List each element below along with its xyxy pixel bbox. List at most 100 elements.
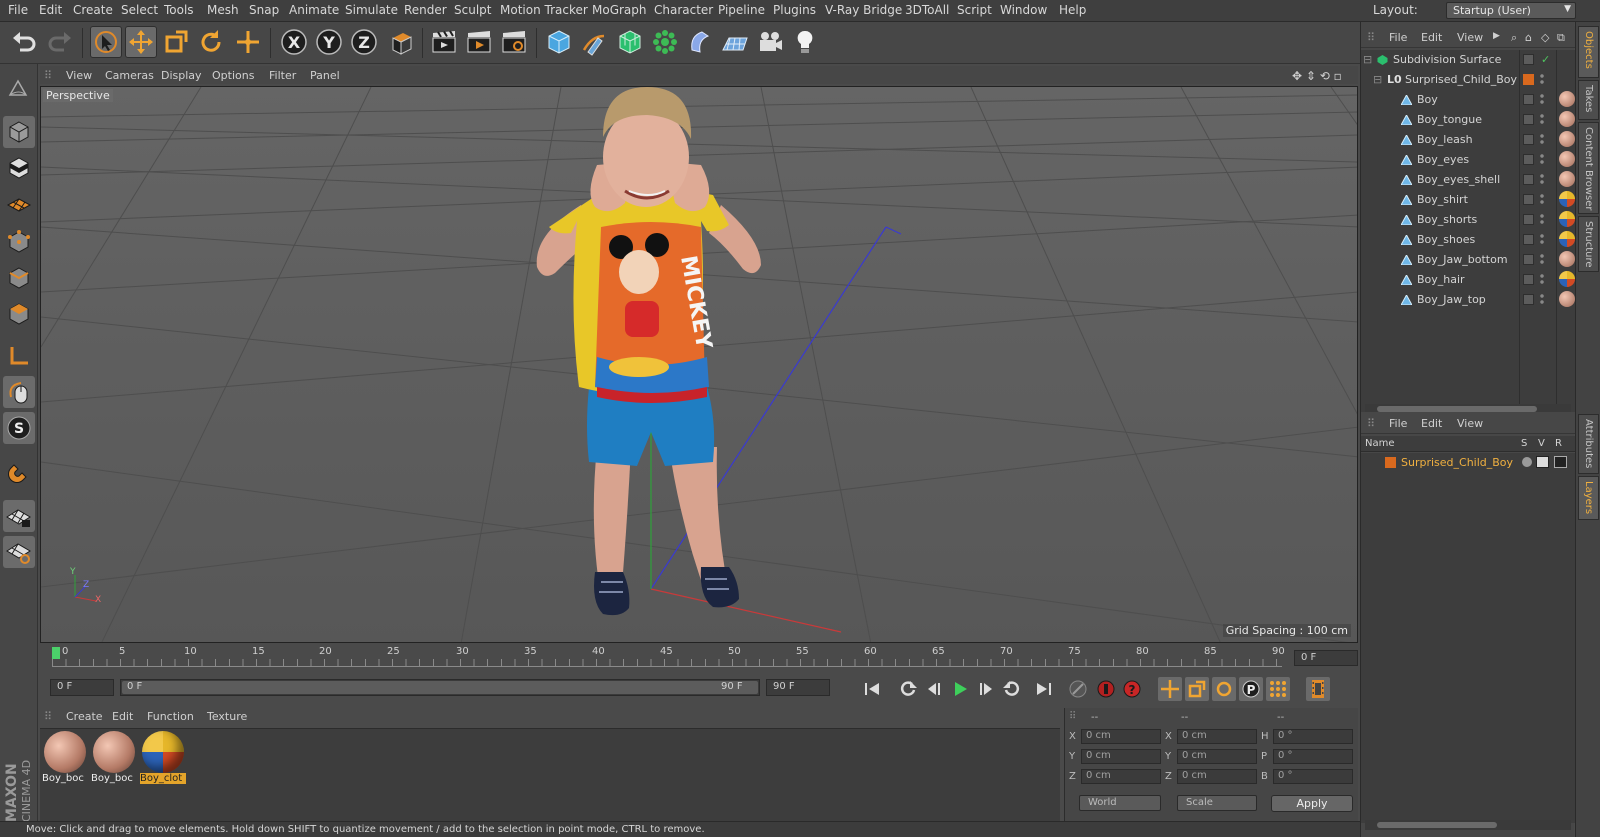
menu-vray-bridge[interactable]: V-Ray Bridge	[825, 3, 902, 17]
material-swatch-selected[interactable]: Boy_clot	[140, 731, 186, 789]
material-tag-icon[interactable]	[1559, 251, 1575, 267]
redo-button[interactable]	[44, 26, 76, 58]
playhead[interactable]	[52, 647, 60, 659]
new-window-icon[interactable]: ⧉	[1557, 31, 1565, 45]
enabled-check-icon[interactable]: ✓	[1541, 53, 1550, 66]
key-position-button[interactable]	[1158, 677, 1182, 701]
deformer-button[interactable]	[684, 26, 716, 58]
material-tag-icon[interactable]	[1559, 211, 1575, 227]
key-rotation-button[interactable]	[1212, 677, 1236, 701]
collapse-icon[interactable]: ⊟	[1363, 53, 1372, 66]
material-tag-icon[interactable]	[1559, 151, 1575, 167]
render-dots[interactable]	[1540, 133, 1544, 146]
autokeying-button[interactable]: ?	[1120, 677, 1144, 701]
camera-object-button[interactable]	[754, 26, 786, 58]
visibility-toggle[interactable]	[1523, 254, 1534, 265]
solo-dot-icon[interactable]	[1522, 457, 1532, 467]
key-pla-button[interactable]	[1266, 677, 1290, 701]
object-row[interactable]: Boy_leash	[1361, 130, 1575, 149]
object-row[interactable]: Boy_tongue	[1361, 110, 1575, 129]
rotate-tool-button[interactable]	[195, 26, 227, 58]
menu-help[interactable]: Help	[1059, 3, 1086, 17]
go-to-end-button[interactable]	[1032, 677, 1056, 701]
render-dots[interactable]	[1540, 233, 1544, 246]
render-dots[interactable]	[1540, 273, 1544, 286]
coordinate-space-select[interactable]: World	[1079, 795, 1161, 811]
material-menu-function[interactable]: Function	[147, 710, 194, 723]
snap-magnet-button[interactable]	[3, 456, 35, 488]
menu-character[interactable]: Character	[654, 3, 713, 17]
edges-mode-button[interactable]	[3, 262, 35, 294]
material-tag-icon[interactable]	[1559, 191, 1575, 207]
tab-takes[interactable]: Takes	[1578, 80, 1599, 120]
menu-pipeline[interactable]: Pipeline	[718, 3, 765, 17]
render-view-button[interactable]	[428, 26, 460, 58]
objects-menu-view[interactable]: View	[1457, 31, 1483, 44]
material-tag-icon[interactable]	[1559, 111, 1575, 127]
object-row[interactable]: Boy_Jaw_top	[1361, 290, 1575, 309]
start-frame-field[interactable]: 0 F	[50, 679, 114, 696]
chevron-right-icon[interactable]: ▶	[1493, 31, 1500, 41]
tab-attributes[interactable]: Attributes	[1578, 414, 1599, 474]
render-dots[interactable]	[1540, 173, 1544, 186]
layers-menu-edit[interactable]: Edit	[1421, 417, 1442, 430]
menu-motion-tracker[interactable]: Motion Tracker	[500, 3, 588, 17]
layer-icon[interactable]: ◇	[1541, 31, 1549, 44]
layer-color-swatch[interactable]	[1385, 457, 1396, 468]
menu-file[interactable]: File	[8, 3, 28, 17]
render-dots[interactable]	[1540, 153, 1544, 166]
objects-menu-file[interactable]: File	[1389, 31, 1407, 44]
workplane-mode-button[interactable]	[3, 188, 35, 220]
menu-3dtoall[interactable]: 3DToAll	[905, 3, 949, 17]
visibility-toggle[interactable]	[1523, 214, 1534, 225]
lock-workplane-button[interactable]	[3, 500, 35, 532]
size-y-field[interactable]: 0 cm	[1177, 749, 1257, 764]
render-dots[interactable]	[1540, 293, 1544, 306]
material-tag-icon[interactable]	[1559, 231, 1575, 247]
tweak-mode-button[interactable]	[3, 376, 35, 408]
menu-render[interactable]: Render	[404, 3, 447, 17]
previous-key-button[interactable]	[896, 677, 920, 701]
layout-select[interactable]: Startup (User) ▼	[1446, 2, 1576, 19]
go-to-start-button[interactable]	[860, 677, 884, 701]
position-y-field[interactable]: 0 cm	[1081, 749, 1161, 764]
viewport-menu-options[interactable]: Options	[212, 69, 254, 82]
eye-icon[interactable]	[1536, 456, 1549, 468]
current-frame-field[interactable]: 0 F	[1294, 650, 1358, 666]
menu-animate[interactable]: Animate	[289, 3, 339, 17]
menu-create[interactable]: Create	[73, 3, 113, 17]
visibility-toggle[interactable]	[1523, 154, 1534, 165]
object-row[interactable]: Boy_hair	[1361, 270, 1575, 289]
render-picture-viewer-button[interactable]	[463, 26, 495, 58]
object-row[interactable]: Boy_shorts	[1361, 210, 1575, 229]
material-menu-edit[interactable]: Edit	[112, 710, 133, 723]
motion-path-button[interactable]	[1066, 677, 1090, 701]
render-dots[interactable]	[1540, 213, 1544, 226]
size-mode-select[interactable]: Scale	[1177, 795, 1257, 811]
object-row[interactable]: Boy_Jaw_bottom	[1361, 250, 1575, 269]
visibility-toggle[interactable]	[1523, 134, 1534, 145]
scrollbar-thumb[interactable]	[1377, 822, 1497, 828]
material-tag-icon[interactable]	[1559, 91, 1575, 107]
object-row[interactable]: Boy_eyes_shell	[1361, 170, 1575, 189]
timeline-ruler[interactable]: 0 5 10 15 20 25 30 35 40 45 50 55 60 65 …	[40, 645, 1358, 669]
size-z-field[interactable]: 0 cm	[1177, 769, 1257, 784]
search-icon[interactable]: ⌕	[1511, 31, 1517, 45]
menu-tools[interactable]: Tools	[164, 3, 194, 17]
undo-button[interactable]	[8, 26, 40, 58]
axis-mode-button[interactable]	[3, 340, 35, 372]
viewport-menu-filter[interactable]: Filter	[269, 69, 296, 82]
viewport-menu-panel[interactable]: Panel	[310, 69, 340, 82]
texture-mode-button[interactable]	[3, 152, 35, 184]
visibility-toggle[interactable]	[1523, 274, 1534, 285]
material-tag-icon[interactable]	[1559, 291, 1575, 307]
menu-edit[interactable]: Edit	[39, 3, 62, 17]
render-dots[interactable]	[1540, 193, 1544, 206]
light-object-button[interactable]	[789, 26, 821, 58]
rotation-b-field[interactable]: 0 °	[1273, 769, 1353, 784]
layer-color-swatch[interactable]	[1523, 74, 1534, 85]
key-parameter-button[interactable]: P	[1239, 677, 1263, 701]
recent-tools-button[interactable]	[232, 26, 264, 58]
rotation-h-field[interactable]: 0 °	[1273, 729, 1353, 744]
cube-object-button[interactable]	[543, 26, 575, 58]
